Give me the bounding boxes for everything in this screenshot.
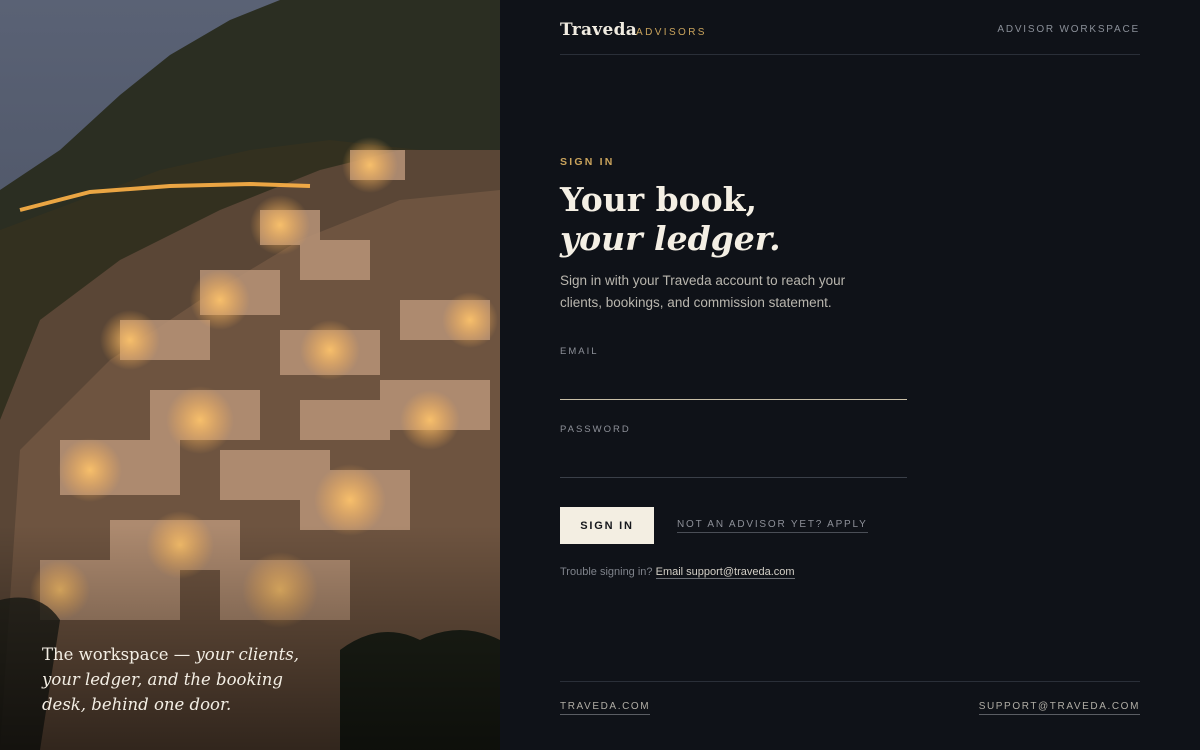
- hero-caption: The workspace — your clients, your ledge…: [42, 642, 332, 717]
- trouble-text: Trouble signing in?: [560, 566, 653, 578]
- signin-button[interactable]: SIGN IN: [560, 507, 654, 544]
- email-label: EMAIL: [560, 346, 599, 357]
- intro-text: Sign in with your Traveda account to rea…: [560, 273, 846, 310]
- email-field[interactable]: [560, 370, 907, 400]
- page-title: Your book, your ledger.: [560, 180, 781, 258]
- hero-photo: The workspace — your clients, your ledge…: [0, 0, 500, 750]
- footer-divider: [560, 681, 1140, 682]
- brand-logo[interactable]: Traveda: [560, 20, 637, 40]
- page-title-line2: your ledger.: [560, 219, 781, 258]
- hillside-village-image: [0, 0, 500, 750]
- footer-site-link[interactable]: TRAVEDA.COM: [560, 701, 651, 715]
- signin-panel: Traveda ADVISORS ADVISOR WORKSPACE SIGN …: [500, 0, 1200, 750]
- trouble-signin: Trouble signing in? Email support@traved…: [560, 566, 795, 579]
- apply-link[interactable]: NOT AN ADVISOR YET? APPLY: [677, 519, 868, 533]
- signin-eyebrow: SIGN IN: [560, 156, 615, 168]
- support-email-link[interactable]: Email support@traveda.com: [655, 566, 795, 579]
- workspace-label: ADVISOR WORKSPACE: [997, 24, 1140, 35]
- hero-caption-plain: The workspace —: [42, 645, 196, 664]
- footer-support-link[interactable]: SUPPORT@TRAVEDA.COM: [978, 701, 1140, 715]
- page-title-line1: Your book,: [560, 180, 758, 219]
- brand-subtitle: ADVISORS: [636, 27, 707, 38]
- password-field[interactable]: [560, 448, 907, 478]
- password-label: PASSWORD: [560, 424, 631, 435]
- top-bar: Traveda ADVISORS ADVISOR WORKSPACE: [560, 20, 1140, 55]
